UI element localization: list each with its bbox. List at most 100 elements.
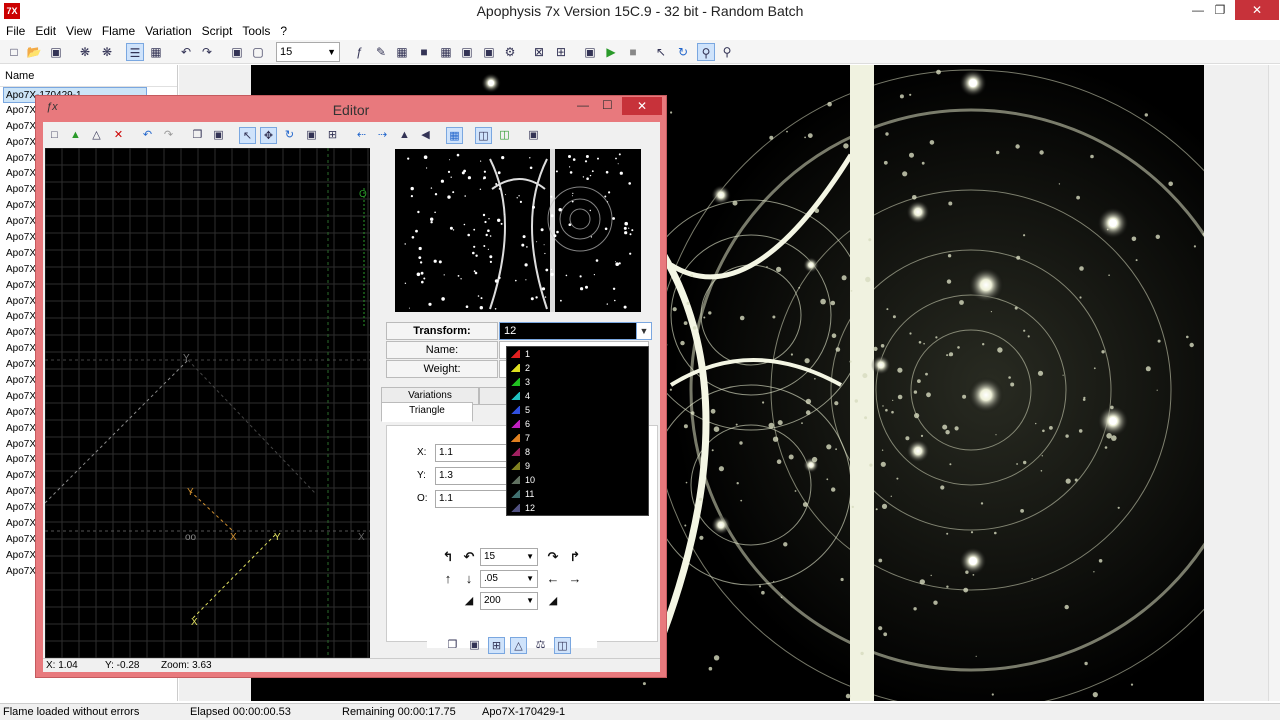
balance-icon[interactable]: ⚖	[532, 637, 549, 654]
copy-icon[interactable]: ❐	[189, 127, 206, 144]
show-trace-icon[interactable]: ⊠	[530, 43, 548, 61]
scale-down-icon[interactable]: ◢	[461, 593, 477, 609]
rotate-ccw-icon[interactable]: ↶	[461, 549, 477, 565]
menu-edit[interactable]: Edit	[30, 22, 61, 40]
script-editor-icon[interactable]: ▣	[581, 43, 599, 61]
list-view-icon[interactable]: ☰	[126, 43, 144, 61]
reset-transform-icon[interactable]: ⊞	[324, 127, 341, 144]
menu-variation[interactable]: Variation	[140, 22, 196, 40]
menu-script[interactable]: Script	[197, 22, 238, 40]
mutate-icon[interactable]: ▦	[437, 43, 455, 61]
gradient-icon[interactable]: ■	[415, 43, 433, 61]
window-icon[interactable]: ▢	[249, 43, 267, 61]
rotate-cw-icon[interactable]: ↷	[545, 549, 561, 565]
render-icon[interactable]: ❋	[76, 43, 94, 61]
scale-up-icon[interactable]: ◢	[545, 593, 561, 609]
adjust-icon[interactable]: ✎	[372, 43, 390, 61]
options-icon[interactable]: ⚙	[501, 43, 519, 61]
zoom-out-icon[interactable]: ⚲	[718, 43, 736, 61]
tab-triangle[interactable]: Triangle	[381, 402, 473, 422]
move-up-icon[interactable]: ↑	[440, 571, 456, 587]
duplicate-transform-icon[interactable]: △	[88, 127, 105, 144]
rotate-icon[interactable]: ↻	[674, 43, 692, 61]
export-icon[interactable]: ▣	[480, 43, 498, 61]
pivot-local-icon[interactable]: △	[510, 637, 527, 654]
transform-option[interactable]: 8	[507, 445, 648, 459]
copy-triangle-icon[interactable]: ❐	[444, 637, 461, 654]
new-transform-icon[interactable]: □	[46, 127, 63, 144]
menu-tools[interactable]: Tools	[237, 22, 275, 40]
select-pointer-icon[interactable]: ↖	[652, 43, 670, 61]
transform-option[interactable]: 10	[507, 473, 648, 487]
move-right-icon[interactable]: →	[567, 571, 583, 587]
show-variation-icon[interactable]: ◫	[475, 127, 492, 144]
editor-minimize-button[interactable]: —	[577, 98, 589, 112]
editor-redo-icon[interactable]: ↷	[160, 127, 177, 144]
quality-select[interactable]: 15 ▼	[276, 42, 340, 62]
transform-option[interactable]: 5	[507, 403, 648, 417]
transform-option[interactable]: 1	[507, 347, 648, 361]
rotate-left-icon[interactable]: ⇠	[353, 127, 370, 144]
zoom-in-icon[interactable]: ⚲	[697, 43, 715, 61]
thumbnail-view-icon[interactable]: ▦	[147, 43, 165, 61]
rotate-mode-icon[interactable]: ↻	[281, 127, 298, 144]
transform-option[interactable]: 9	[507, 459, 648, 473]
select-mode-icon[interactable]: ↖	[239, 127, 256, 144]
transform-select[interactable]: 12	[499, 322, 649, 340]
editor-close-button[interactable]: ✕	[622, 97, 662, 115]
menu-file[interactable]: File	[0, 22, 30, 40]
vertical-scrollbar[interactable]	[1268, 65, 1280, 701]
flip-vertical-icon[interactable]: ◀	[417, 127, 434, 144]
move-down-icon[interactable]: ↓	[461, 571, 477, 587]
editor-fx-icon[interactable]: ƒ	[350, 43, 368, 61]
open-icon[interactable]: 📂	[25, 43, 43, 61]
delete-transform-icon[interactable]: ✕	[110, 127, 127, 144]
palette-icon[interactable]: ▦	[393, 43, 411, 61]
scale-mode-icon[interactable]: ▣	[303, 127, 320, 144]
rotate-amount-select[interactable]: 15 ▼	[480, 548, 538, 566]
render-all-icon[interactable]: ❋	[98, 43, 116, 61]
menu-flame[interactable]: Flame	[97, 22, 140, 40]
transform-option[interactable]: 6	[507, 417, 648, 431]
editor-undo-icon[interactable]: ↶	[139, 127, 156, 144]
paste-icon[interactable]: ▣	[210, 127, 227, 144]
transform-option[interactable]: 4	[507, 389, 648, 403]
maximize-button[interactable]: ❐	[1206, 0, 1234, 20]
transform-view-icon[interactable]: ⊞	[552, 43, 570, 61]
move-amount-select[interactable]: .05 ▼	[480, 570, 538, 588]
flip-horizontal-icon[interactable]: ▲	[396, 127, 413, 144]
browser-icon[interactable]: ▣	[458, 43, 476, 61]
move-left-icon[interactable]: ←	[545, 571, 561, 587]
rotate-ccw-90-icon[interactable]: ↰	[440, 549, 456, 565]
save-icon[interactable]: ▣	[47, 43, 65, 61]
new-icon[interactable]: □	[5, 43, 23, 61]
pivot-selected-icon[interactable]: ◫	[554, 637, 571, 654]
fullscreen-icon[interactable]: ▣	[228, 43, 246, 61]
chevron-down-icon[interactable]: ▼	[636, 322, 652, 340]
scale-amount-select[interactable]: 200 ▼	[480, 592, 538, 610]
menu-view[interactable]: View	[61, 22, 97, 40]
redo-icon[interactable]: ↷	[198, 43, 216, 61]
run-script-icon[interactable]: ▶	[602, 43, 620, 61]
close-button[interactable]: ✕	[1235, 0, 1279, 20]
list-header[interactable]: Name	[0, 65, 177, 87]
transform-option[interactable]: 3	[507, 375, 648, 389]
pivot-world-icon[interactable]: ⊞	[488, 637, 505, 654]
transform-option[interactable]: 12	[507, 501, 648, 515]
post-transform-icon[interactable]: ◫	[496, 127, 513, 144]
editor-maximize-button[interactable]: ☐	[602, 98, 613, 112]
undo-icon[interactable]: ↶	[177, 43, 195, 61]
editor-title-bar[interactable]: ƒx Editor — ☐ ✕	[36, 96, 666, 122]
rotate-right-icon[interactable]: ⇢	[374, 127, 391, 144]
stop-script-icon[interactable]: ■	[624, 43, 642, 61]
triangle-grid[interactable]: Y Y oo X Y X X O	[45, 148, 370, 658]
transform-option[interactable]: 2	[507, 361, 648, 375]
move-mode-icon[interactable]: ✥	[260, 127, 277, 144]
paste-triangle-icon[interactable]: ▣	[466, 637, 483, 654]
add-transform-icon[interactable]: ▲	[67, 127, 84, 144]
show-grid-icon[interactable]: ▦	[446, 127, 463, 144]
rotate-cw-90-icon[interactable]: ↱	[567, 549, 583, 565]
transform-option[interactable]: 7	[507, 431, 648, 445]
transform-option[interactable]: 11	[507, 487, 648, 501]
auto-zoom-icon[interactable]: ▣	[525, 127, 542, 144]
